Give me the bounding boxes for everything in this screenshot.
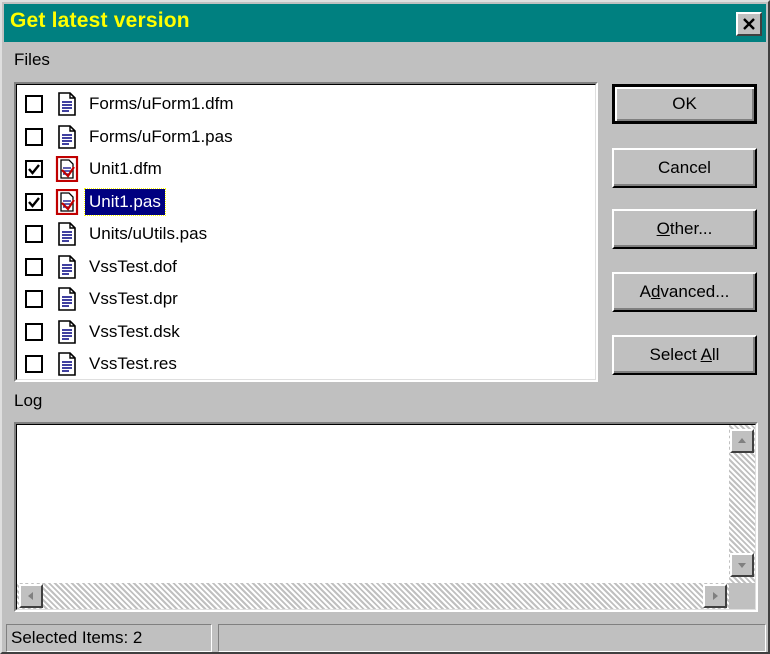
document-icon: [55, 124, 79, 150]
file-list-item[interactable]: VssTest.dpr: [25, 284, 593, 316]
document-icon: [55, 221, 79, 247]
arrow-left-icon: [28, 592, 33, 600]
file-name: Unit1.pas: [84, 187, 166, 216]
cancel-button[interactable]: Cancel: [612, 148, 757, 188]
scroll-up-button[interactable]: [730, 429, 754, 453]
arrow-down-icon: [738, 563, 746, 568]
arrow-up-icon: [738, 438, 746, 443]
file-list-item[interactable]: Forms/uForm1.dfm: [25, 89, 593, 121]
select-all-button[interactable]: Select All: [612, 335, 757, 375]
log-box[interactable]: [14, 422, 758, 612]
files-label: Files: [14, 50, 50, 69]
arrow-right-icon: [713, 592, 718, 600]
file-name: VssTest.dof: [89, 256, 177, 276]
file-list-item[interactable]: VssTest.dsk: [25, 317, 593, 349]
document-icon: [55, 91, 79, 117]
scroll-corner: [729, 583, 755, 609]
title-bar[interactable]: Get latest version: [4, 4, 766, 42]
checkmark-icon: [28, 196, 40, 208]
document-icon: [55, 319, 79, 345]
file-name: VssTest.dpr: [89, 289, 178, 308]
file-list-item[interactable]: VssTest.dof: [25, 252, 593, 284]
file-name: Unit1.dfm: [89, 159, 162, 178]
close-icon: [743, 18, 755, 30]
file-checkbox[interactable]: [25, 322, 43, 341]
other-button[interactable]: Other...: [612, 209, 757, 249]
file-name: VssTest.res: [89, 354, 177, 373]
checked-out-document-icon: [55, 155, 79, 183]
file-checkbox[interactable]: [25, 160, 43, 178]
document-icon: [55, 254, 79, 280]
status-secondary: [218, 624, 766, 652]
files-list[interactable]: Forms/uForm1.dfm Forms/uForm1.pas Unit1.df…: [14, 82, 598, 382]
file-name: VssTest.dsk: [89, 321, 180, 341]
file-checkbox[interactable]: [25, 257, 43, 276]
document-icon: [55, 286, 79, 312]
file-checkbox[interactable]: [25, 127, 43, 146]
status-selected-items: Selected Items: 2: [6, 624, 212, 652]
file-name: Units/uUtils.pas: [89, 224, 208, 243]
checked-out-document-icon: [55, 188, 79, 215]
checkmark-icon: [28, 164, 40, 175]
file-name: Forms/uForm1.dfm: [89, 94, 234, 113]
document-icon: [55, 351, 79, 377]
close-button[interactable]: [736, 12, 762, 36]
file-checkbox[interactable]: [25, 355, 43, 373]
file-name: Forms/uForm1.pas: [89, 126, 233, 146]
file-checkbox[interactable]: [25, 192, 43, 211]
file-checkbox[interactable]: [25, 225, 43, 243]
ok-button[interactable]: OK: [612, 84, 757, 124]
file-list-item[interactable]: Units/uUtils.pas: [25, 219, 593, 251]
advanced-button[interactable]: Advanced...: [612, 272, 757, 312]
dialog-window: Get latest version Files Forms/uForm1.df…: [0, 0, 770, 654]
horizontal-scrollbar[interactable]: [17, 583, 729, 609]
window-title: Get latest version: [10, 9, 190, 32]
file-checkbox[interactable]: [25, 290, 43, 308]
file-list-item[interactable]: Unit1.pas: [25, 187, 593, 219]
scroll-left-button[interactable]: [19, 584, 43, 608]
log-label: Log: [14, 391, 43, 410]
scroll-right-button[interactable]: [703, 584, 727, 608]
file-checkbox[interactable]: [25, 95, 43, 113]
file-list-item[interactable]: VssTest.res: [25, 349, 593, 381]
scroll-down-button[interactable]: [730, 553, 754, 577]
file-list-item[interactable]: Forms/uForm1.pas: [25, 122, 593, 154]
file-list-item[interactable]: Unit1.dfm: [25, 154, 593, 186]
